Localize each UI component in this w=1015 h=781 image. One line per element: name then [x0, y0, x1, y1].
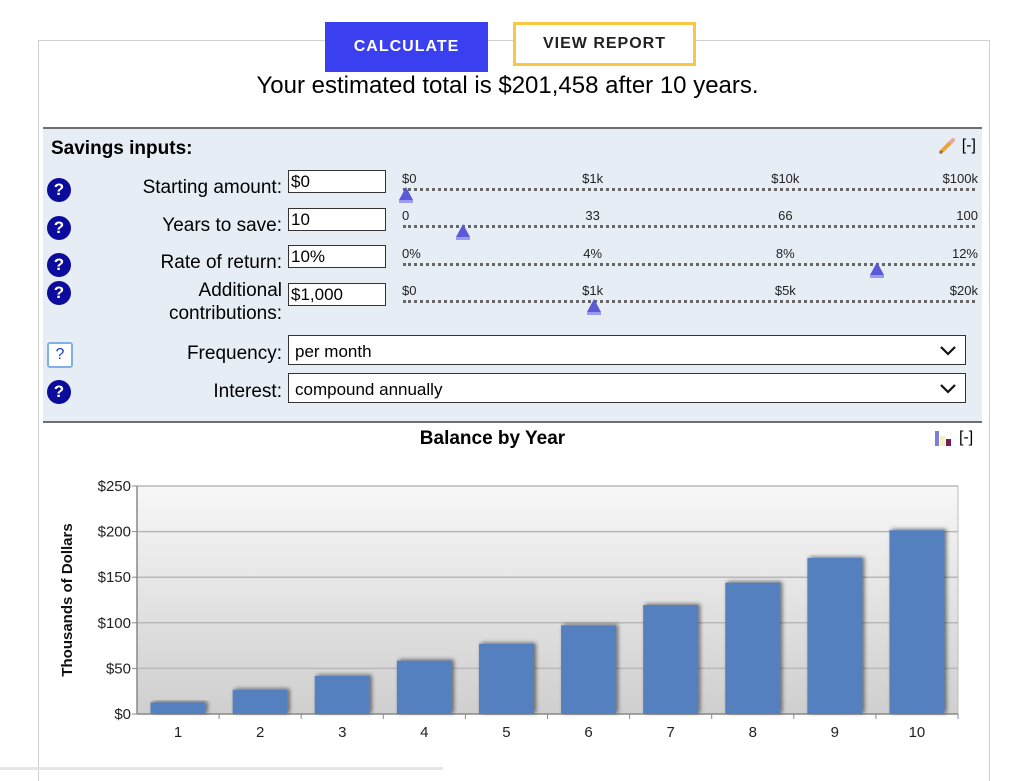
y-axis-title: Thousands of Dollars [59, 523, 76, 676]
bar-year-10[interactable] [889, 530, 945, 714]
x-tick-label: 8 [749, 724, 757, 741]
panel-tools: [-] [938, 137, 976, 155]
slider-track[interactable] [403, 263, 975, 266]
x-tick-label: 7 [666, 724, 674, 741]
y-tick-label: $150 [98, 569, 131, 586]
help-additional-contributions-icon[interactable]: ? [47, 281, 71, 305]
slider-tick-label: $0 [402, 171, 417, 186]
interest-label: Interest: [213, 381, 282, 402]
x-tick-label: 6 [584, 724, 592, 741]
frequency-value: per month [295, 342, 372, 361]
slider-tick-label: $100k [942, 171, 978, 186]
bar-year-2[interactable] [232, 689, 288, 714]
bar-chart-icon[interactable] [934, 430, 956, 446]
bar-year-9[interactable] [807, 558, 863, 714]
years-to-save-slider[interactable]: 0 33 66 100 [400, 208, 978, 240]
slider-thumb[interactable] [870, 262, 885, 278]
additional-contributions-label-line1: Additional [198, 280, 282, 301]
rate-of-return-label: Rate of return: [160, 252, 282, 273]
bar-year-3[interactable] [314, 675, 370, 714]
interest-select[interactable]: compound annually [288, 373, 966, 403]
savings-inputs-panel: Savings inputs: [-] ? Starting amount: $… [43, 127, 982, 423]
additional-contributions-label: Additional contributions: [169, 279, 282, 325]
y-tick-label: $0 [114, 706, 131, 723]
y-tick-label: $250 [98, 478, 131, 495]
chevron-down-icon [940, 384, 956, 394]
slider-tick-label: 0 [402, 208, 410, 223]
slider-tick-label: $20k [949, 283, 978, 298]
x-tick-label: 3 [338, 724, 346, 741]
bar-year-8[interactable] [725, 582, 781, 714]
chart-tools: [-] [934, 429, 973, 447]
rate-of-return-slider[interactable]: 0% 4% 8% 12% [400, 246, 978, 278]
frequency-label: Frequency: [186, 343, 282, 364]
slider-thumb[interactable] [455, 224, 470, 240]
slider-tick-label: 8% [775, 246, 795, 261]
slider-tick-label: $10k [771, 171, 800, 186]
y-tick-label: $100 [98, 615, 131, 632]
slider-tick-label: 33 [585, 208, 600, 223]
slider-tick-label: 0% [402, 246, 421, 261]
additional-contributions-label-line2: contributions: [168, 303, 282, 324]
interest-value: compound annually [295, 380, 443, 399]
slider-thumb[interactable] [587, 299, 602, 315]
slider-tick-label: 66 [778, 208, 793, 223]
balance-chart: $0 $50 $100 $150 $200 $250 1 2 3 4 5 6 7 8 9 10 Thousand… [59, 478, 959, 741]
bar-year-4[interactable] [396, 660, 452, 714]
estimated-total-summary: Your estimated total is $201,458 after 1… [256, 72, 759, 99]
y-tick-label: $200 [98, 524, 131, 541]
bar-year-6[interactable] [561, 625, 617, 714]
slider-tick-label: 4% [583, 246, 603, 261]
slider-track[interactable] [403, 300, 975, 303]
bar-year-7[interactable] [643, 605, 699, 714]
slider-tick-label: $1k [582, 283, 604, 298]
help-starting-amount-icon[interactable]: ? [47, 178, 71, 202]
help-years-to-save-icon[interactable]: ? [47, 216, 71, 240]
x-tick-label: 10 [909, 724, 926, 741]
bar-year-5[interactable] [478, 643, 534, 714]
slider-tick-label: $5k [774, 283, 796, 298]
years-to-save-label: Years to save: [162, 215, 282, 236]
x-tick-label: 5 [502, 724, 510, 741]
collapse-inputs-toggle[interactable]: [-] [962, 137, 976, 155]
x-tick-label: 1 [174, 724, 182, 741]
starting-amount-slider[interactable]: $0 $1k $10k $100k [399, 171, 978, 203]
additional-contributions-input[interactable] [288, 283, 386, 306]
rate-of-return-input[interactable] [288, 245, 386, 268]
panel-title: Savings inputs: [51, 138, 193, 159]
x-tick-label: 9 [831, 724, 839, 741]
pencil-icon[interactable] [938, 137, 956, 155]
frequency-select[interactable]: per month [288, 335, 966, 365]
slider-tick-label: $1k [582, 171, 604, 186]
help-rate-of-return-icon[interactable]: ? [47, 253, 71, 277]
collapse-chart-toggle[interactable]: [-] [959, 429, 973, 447]
starting-amount-input[interactable] [288, 170, 386, 193]
y-tick-label: $50 [106, 660, 131, 677]
slider-thumb[interactable] [399, 187, 413, 203]
help-interest-icon[interactable]: ? [47, 380, 71, 404]
slider-track[interactable] [403, 225, 975, 228]
slider-track[interactable] [403, 188, 975, 191]
starting-amount-label: Starting amount: [142, 177, 282, 198]
help-frequency-icon[interactable]: ? [47, 342, 73, 368]
additional-contributions-slider[interactable]: $0 $1k $5k $20k [400, 283, 978, 315]
bar-year-1[interactable] [150, 702, 206, 714]
chart-title: Balance by Year [419, 428, 566, 449]
slider-tick-label: 100 [956, 208, 978, 223]
view-report-button[interactable]: VIEW REPORT [513, 22, 696, 66]
chevron-down-icon [940, 346, 956, 356]
calculate-button[interactable]: CALCULATE [325, 22, 488, 72]
slider-tick-label: 12% [951, 246, 978, 261]
slider-tick-label: $0 [402, 283, 417, 298]
years-to-save-input[interactable] [288, 208, 386, 231]
x-tick-label: 4 [420, 724, 428, 741]
x-tick-label: 2 [256, 724, 264, 741]
